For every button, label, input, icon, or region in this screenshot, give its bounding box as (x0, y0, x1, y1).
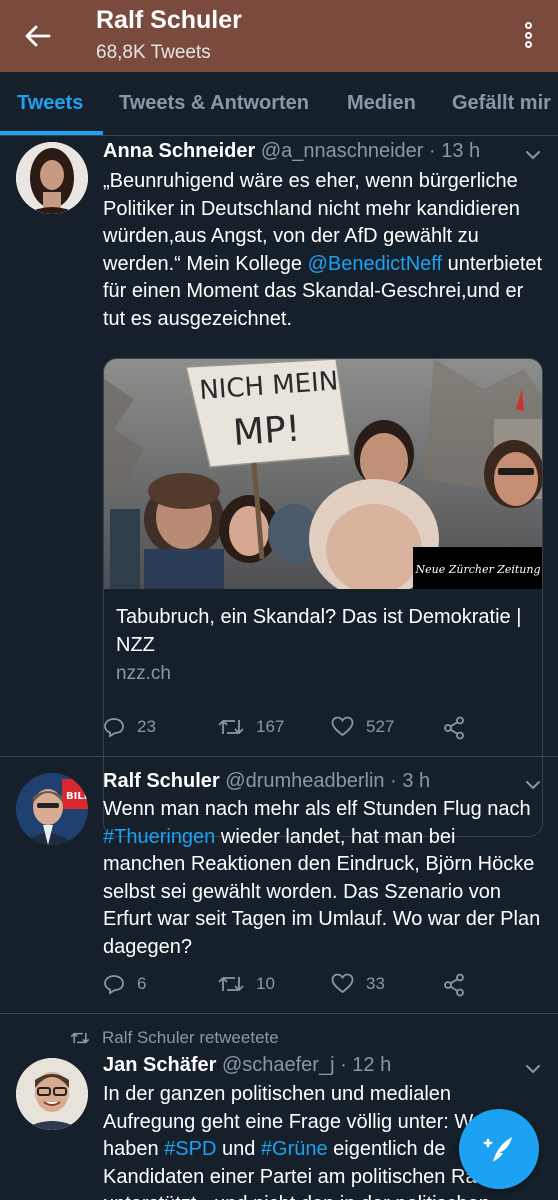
reply-icon (104, 975, 124, 995)
tweet-actions: 6 10 33 (103, 973, 543, 1003)
arrow-left-icon (25, 25, 51, 47)
tweet-item[interactable]: BILD Ralf Schuler @drumheadberlin · 3 h … (0, 757, 558, 1014)
retweet-icon (218, 720, 244, 734)
tweet-text: Wenn man nach mehr als elf Stunden Flug … (103, 798, 541, 958)
card-domain: nzz.ch (116, 663, 171, 684)
retweet-button[interactable]: 167 (218, 716, 284, 738)
profile-name-title: Ralf Schuler (96, 6, 242, 34)
author-name[interactable]: Jan Schäfer (103, 1054, 216, 1076)
tab-media[interactable]: Medien (347, 92, 416, 115)
retweet-icon (70, 1032, 90, 1044)
author-handle-time: @a_nnaschneider · 13 h (260, 140, 481, 162)
author-handle-time: @schaefer_j · 12 h (221, 1054, 392, 1076)
tweet-text: „Beunruhigend wäre es eher, wenn bürgerl… (103, 170, 543, 330)
chevron-down-icon[interactable] (524, 776, 542, 794)
protest-sign-text: MP! (232, 408, 302, 454)
reply-icon (104, 718, 124, 738)
heart-icon (331, 973, 354, 994)
author-handle-time: @drumheadberlin · 3 h (225, 770, 431, 792)
reply-button[interactable]: 23 (103, 716, 156, 738)
like-button[interactable]: 33 (331, 973, 385, 994)
card-title: Tabubruch, ein Skandal? Das ist Demokrat… (116, 606, 522, 656)
avatar[interactable] (16, 1058, 88, 1130)
tweet-actions: 23 167 527 (103, 716, 543, 746)
chevron-down-icon[interactable] (524, 1060, 542, 1078)
more-options-button[interactable] (518, 18, 538, 52)
tweet-count: 68,8K Tweets (96, 42, 211, 63)
profile-tabs: Tweets Tweets & Antworten Medien Gefällt… (0, 72, 558, 136)
tab-likes[interactable]: Gefällt mir (452, 92, 551, 115)
compose-tweet-button[interactable] (459, 1109, 539, 1189)
active-tab-indicator (0, 131, 103, 135)
tab-tweets-and-replies[interactable]: Tweets & Antworten (119, 92, 309, 115)
compose-feather-icon (483, 1137, 512, 1162)
svg-text:BILD: BILD (66, 791, 88, 802)
hashtag-link[interactable]: #SPD (164, 1138, 216, 1160)
avatar[interactable]: BILD (16, 773, 88, 845)
share-button[interactable] (443, 716, 477, 740)
author-name[interactable]: Ralf Schuler (103, 770, 220, 792)
author-name[interactable]: Anna Schneider (103, 140, 255, 162)
more-vertical-icon (524, 22, 532, 29)
nzz-watermark: Neue Zürcher Zeitung (414, 563, 540, 576)
profile-header: Ralf Schuler 68,8K Tweets (0, 0, 558, 72)
retweet-icon (218, 977, 244, 991)
chevron-down-icon[interactable] (524, 146, 542, 164)
hashtag-link[interactable]: #Grüne (261, 1138, 328, 1160)
tweet-item[interactable]: Anna Schneider @a_nnaschneider · 13 h „B… (0, 136, 558, 837)
retweet-indicator: Ralf Schuler retweetete (70, 1028, 279, 1048)
back-button[interactable] (18, 18, 58, 54)
share-icon (444, 973, 464, 997)
hashtag-link[interactable]: #Thueringen (103, 826, 215, 848)
share-button[interactable] (443, 973, 477, 997)
mention-link[interactable]: @BenedictNeff (308, 253, 442, 275)
share-icon (444, 716, 464, 740)
reply-button[interactable]: 6 (103, 973, 146, 995)
tab-tweets[interactable]: Tweets (17, 92, 83, 115)
card-image: NICH MEIN MP! Neue Zürcher Zeitung (104, 359, 542, 589)
heart-icon (331, 716, 354, 737)
like-button[interactable]: 527 (331, 716, 394, 737)
retweet-button[interactable]: 10 (218, 973, 275, 995)
avatar[interactable] (16, 142, 88, 214)
